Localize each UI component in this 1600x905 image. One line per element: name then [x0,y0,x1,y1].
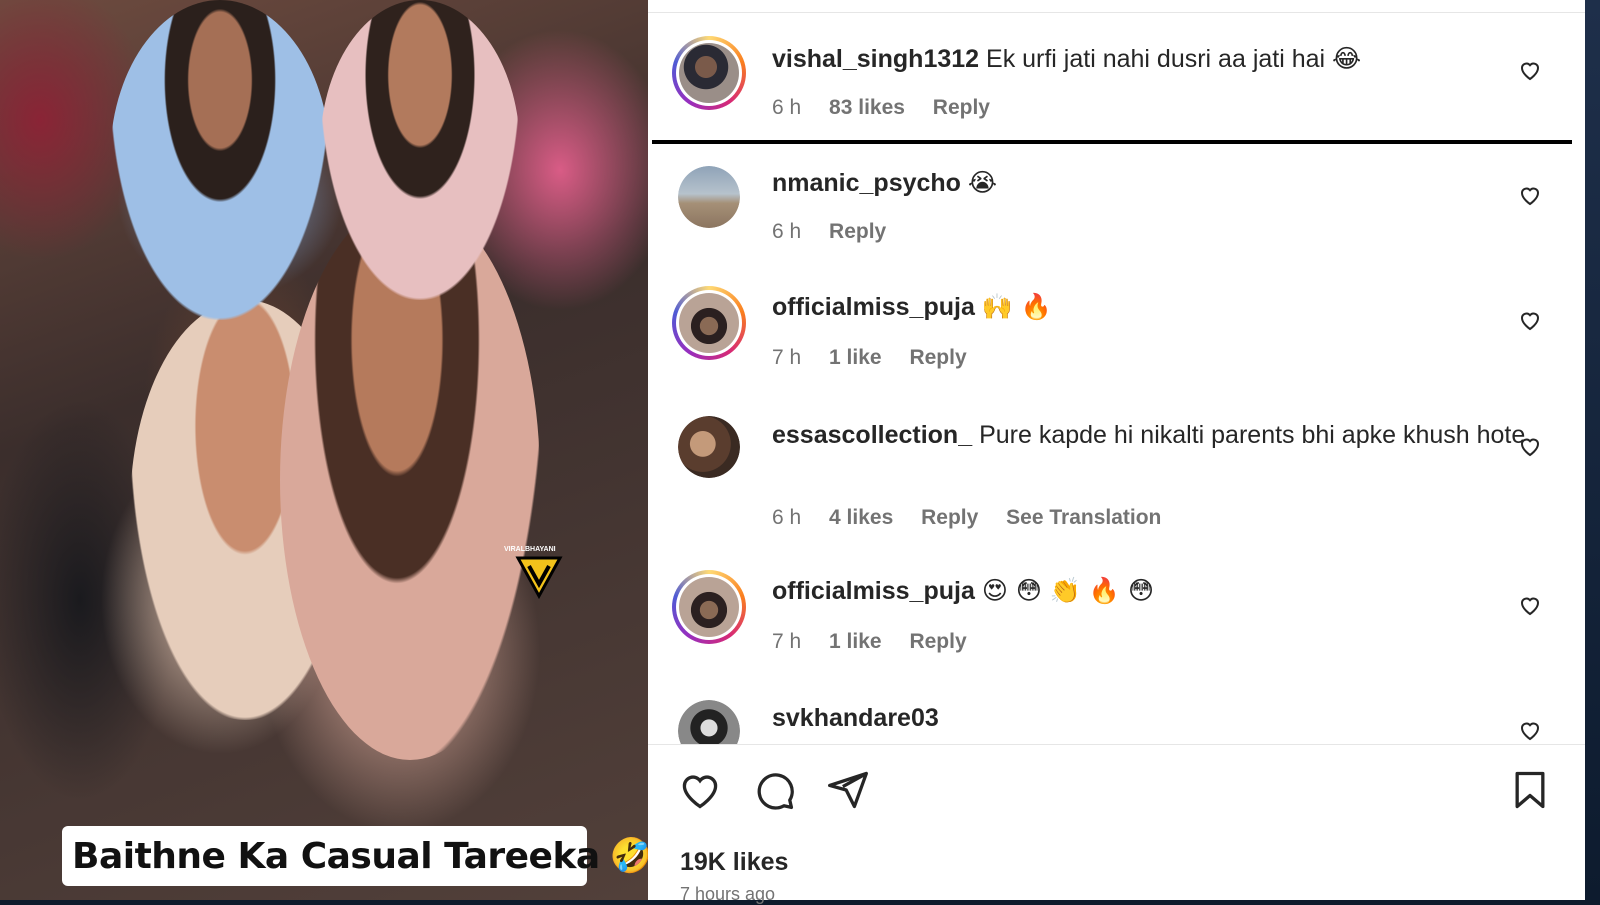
comment-item: svkhandare03 [648,0,1585,744]
comments-panel: vishal_singh1312 Ek urfi jati nahi dusri… [648,0,1585,904]
watermark-logo: VIRALBHAYANI [504,546,566,604]
bookmark-icon[interactable] [1508,768,1552,812]
comment-line: svkhandare03 [772,704,939,733]
actions-divider [648,744,1585,745]
post-likes-count[interactable]: 19K likes [680,848,788,877]
photo-person-background [110,0,330,320]
avatar[interactable] [678,700,740,744]
caption-emoji: 🤣 [609,836,648,876]
caption-text: Baithne Ka Casual Tareeka [72,835,600,877]
post-media[interactable]: VIRALBHAYANI Baithne Ka Casual Tareeka 🤣 [0,0,648,900]
video-caption: Baithne Ka Casual Tareeka 🤣 [62,826,648,886]
post-timestamp: 7 hours ago [680,884,776,904]
heart-outline-icon[interactable] [678,768,722,812]
comment-username[interactable]: svkhandare03 [772,704,939,732]
background-page-edge [1585,0,1600,900]
watermark-text: VIRALBHAYANI [504,546,556,553]
paper-plane-icon[interactable] [826,768,870,812]
comment-like-icon[interactable] [1518,718,1542,742]
comment-bubble-icon[interactable] [752,768,796,812]
photo-person-background [320,0,520,300]
